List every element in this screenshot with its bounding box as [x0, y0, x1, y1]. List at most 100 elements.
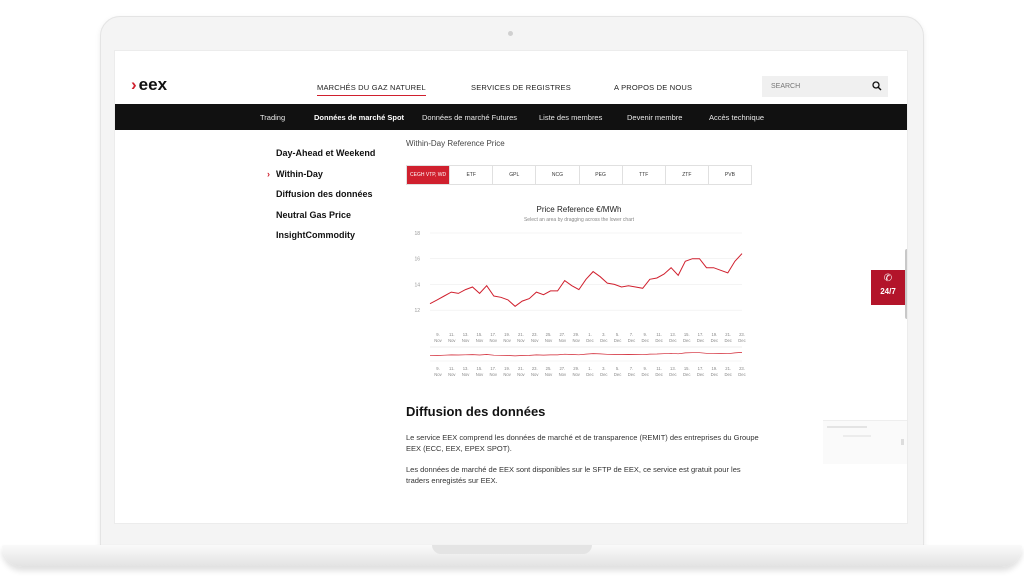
sidebar-item-neutral-gas-price[interactable]: Neutral Gas Price — [276, 210, 351, 220]
x-tick-label: 17. — [490, 332, 496, 337]
nav-registry-services[interactable]: SERVICES DE REGISTRES — [471, 83, 571, 92]
navigator-tick-label: Nov — [490, 372, 498, 377]
x-tick-label: Dec — [655, 338, 662, 343]
subnav-become-member[interactable]: Devenir membre — [627, 113, 682, 122]
navigator-tick-label: 11. — [656, 366, 662, 371]
navigator-tick-label: Nov — [517, 372, 525, 377]
chart-title: Price Reference €/MWh — [536, 205, 622, 214]
search-input[interactable] — [771, 81, 861, 92]
section-label: Within-Day Reference Price — [406, 139, 505, 148]
site-header: › eex MARCHÉS DU GAZ NATUREL SERVICES DE … — [115, 51, 907, 104]
camera-dot — [508, 31, 513, 36]
navigator-tick-label: 15. — [477, 366, 483, 371]
sub-navigation: Trading Données de marché Spot Données d… — [115, 104, 907, 130]
navigator-tick-label: 21. — [518, 366, 524, 371]
subnav-spot-market-data[interactable]: Données de marché Spot — [314, 113, 404, 122]
navigator-tick-label: Dec — [600, 372, 607, 377]
x-tick-label: 23. — [532, 332, 538, 337]
x-tick-label: 19. — [711, 332, 717, 337]
navigator-tick-label: 5. — [616, 366, 620, 371]
subnav-member-list[interactable]: Liste des membres — [539, 113, 602, 122]
phone-icon: ✆ — [883, 273, 893, 284]
sidebar-item-within-day[interactable]: Within-Day — [276, 169, 323, 179]
nav-about-us[interactable]: A PROPOS DE NOUS — [614, 83, 692, 92]
eex-logo[interactable]: › eex — [131, 75, 167, 95]
subnav-futures-market-data[interactable]: Données de marché Futures — [422, 113, 517, 122]
navigator-tick-label: Dec — [669, 372, 676, 377]
x-tick-label: Dec — [600, 338, 607, 343]
x-tick-label: Dec — [642, 338, 649, 343]
x-tick-label: Nov — [503, 338, 511, 343]
navigator-tick-label: 17. — [490, 366, 496, 371]
x-tick-label: Nov — [572, 338, 580, 343]
navigator-tick-label: Nov — [448, 372, 456, 377]
navigator-tick-label: Dec — [683, 372, 690, 377]
tab-ttf[interactable]: TTF — [623, 166, 666, 184]
price-chart[interactable]: 121416189.Nov11.Nov13.Nov15.Nov17.Nov19.… — [406, 223, 752, 383]
navigator-tick-label: Nov — [503, 372, 511, 377]
y-tick-label: 12 — [414, 308, 420, 314]
navigator-tick-label: Nov — [572, 372, 580, 377]
navigator-tick-label: Dec — [655, 372, 662, 377]
phone-support-label: 24/7 — [880, 287, 896, 296]
x-tick-label: 29. — [573, 332, 579, 337]
tab-peg[interactable]: PEG — [580, 166, 623, 184]
navigator-tick-label: Dec — [738, 372, 745, 377]
page-thumbnail — [823, 420, 907, 464]
x-tick-label: Nov — [517, 338, 525, 343]
navigator-tick-label: Dec — [614, 372, 621, 377]
x-tick-label: 13. — [463, 332, 469, 337]
navigator-tick-label: Nov — [462, 372, 470, 377]
tab-gpl[interactable]: GPL — [493, 166, 537, 184]
tab-pvb[interactable]: PVB — [709, 166, 751, 184]
search-icon[interactable] — [872, 81, 882, 91]
x-tick-label: 5. — [616, 332, 620, 337]
navigator-tick-label: 23. — [532, 366, 538, 371]
diffusion-heading: Diffusion des données — [406, 404, 546, 419]
navigator-tick-label: Dec — [724, 372, 731, 377]
tab-ncg[interactable]: NCG — [536, 166, 580, 184]
x-tick-label: Dec — [697, 338, 704, 343]
sidebar-item-insight-commodity[interactable]: InsightCommodity — [276, 230, 355, 240]
x-tick-label: Dec — [683, 338, 690, 343]
hub-tabs: CEGH VTP, WD ETF GPL NCG PEG TTF ZTF PVB — [406, 165, 752, 185]
phone-support-widget[interactable]: ✆ 24/7 — [871, 270, 905, 305]
tab-cegh[interactable]: CEGH VTP, WD — [407, 166, 451, 184]
x-tick-label: 9. — [644, 332, 648, 337]
scrollbar[interactable] — [905, 249, 907, 319]
navigator-tick-label: 15. — [684, 366, 690, 371]
navigator-tick-label: 19. — [711, 366, 717, 371]
subnav-trading[interactable]: Trading — [260, 113, 285, 122]
navigator-tick-label: Nov — [531, 372, 539, 377]
x-tick-label: Dec — [711, 338, 718, 343]
navigator-tick-label: Dec — [628, 372, 635, 377]
thumbnail-line — [827, 426, 867, 428]
x-tick-label: Nov — [531, 338, 539, 343]
navigator-tick-label: Dec — [711, 372, 718, 377]
subnav-technical-access[interactable]: Accès technique — [709, 113, 764, 122]
navigator-tick-label: 9. — [436, 366, 440, 371]
x-tick-label: 1. — [588, 332, 592, 337]
sidebar-item-day-ahead[interactable]: Day-Ahead et Weekend — [276, 148, 375, 158]
x-tick-label: 3. — [602, 332, 606, 337]
chevron-right-icon: › — [267, 169, 270, 179]
thumbnail-line — [843, 435, 871, 437]
navigator-tick-label: 19. — [504, 366, 510, 371]
price-series-line — [429, 253, 743, 307]
x-tick-label: Dec — [628, 338, 635, 343]
x-tick-label: 7. — [630, 332, 634, 337]
navigator-tick-label: 9. — [644, 366, 648, 371]
thumbnail-line — [901, 439, 904, 445]
navigator-tick-label: Nov — [545, 372, 553, 377]
sidebar-item-data-diffusion[interactable]: Diffusion des données — [276, 189, 373, 199]
tab-etf[interactable]: ETF — [450, 166, 494, 184]
tab-ztf[interactable]: ZTF — [666, 166, 709, 184]
x-tick-label: Nov — [434, 338, 442, 343]
x-tick-label: 9. — [436, 332, 440, 337]
navigator-tick-label: Dec — [642, 372, 649, 377]
navigator-tick-label: 17. — [698, 366, 704, 371]
navigator-tick-label: Nov — [434, 372, 442, 377]
navigator-tick-label: 3. — [602, 366, 606, 371]
x-tick-label: 15. — [684, 332, 690, 337]
nav-natural-gas[interactable]: MARCHÉS DU GAZ NATUREL — [317, 83, 426, 96]
